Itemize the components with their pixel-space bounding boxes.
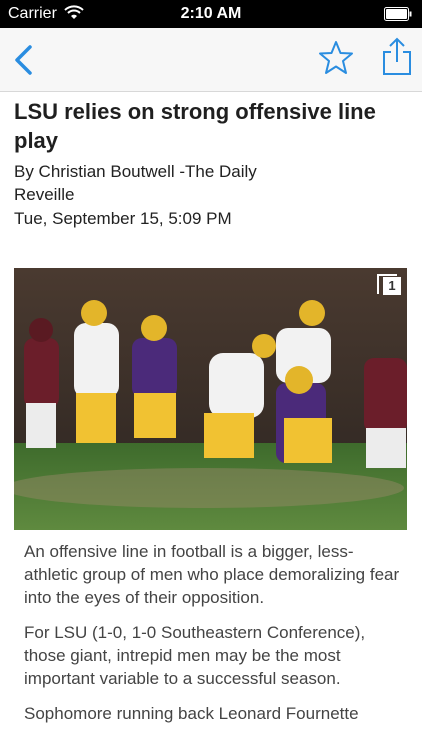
article-paragraph: For LSU (1-0, 1-0 Southeastern Conferenc… bbox=[24, 623, 366, 688]
share-icon[interactable] bbox=[380, 36, 414, 76]
article-photo[interactable]: 1 bbox=[14, 268, 407, 530]
photo-count: 1 bbox=[383, 277, 401, 295]
status-bar: Carrier 2:10 AM bbox=[0, 0, 422, 28]
battery-icon bbox=[384, 7, 412, 21]
article-paragraph: Sophomore running back Leonard Fournette bbox=[24, 704, 359, 723]
article-byline: By Christian Boutwell -The Daily Reveill… bbox=[14, 162, 257, 204]
photo-count-badge: 1 bbox=[375, 274, 401, 296]
article-paragraph: An offensive line in football is a bigge… bbox=[24, 542, 400, 607]
article-body: An offensive line in football is a bigge… bbox=[24, 540, 404, 737]
status-time: 2:10 AM bbox=[180, 5, 242, 22]
article-date: Tue, September 15, 5:09 PM bbox=[14, 209, 232, 228]
chevron-left-icon[interactable] bbox=[12, 44, 34, 76]
navigation-bar bbox=[0, 28, 422, 92]
article-headline: LSU relies on strong offensive line play bbox=[14, 99, 376, 153]
football-photo-illustration bbox=[14, 268, 407, 530]
star-icon[interactable] bbox=[318, 40, 354, 76]
